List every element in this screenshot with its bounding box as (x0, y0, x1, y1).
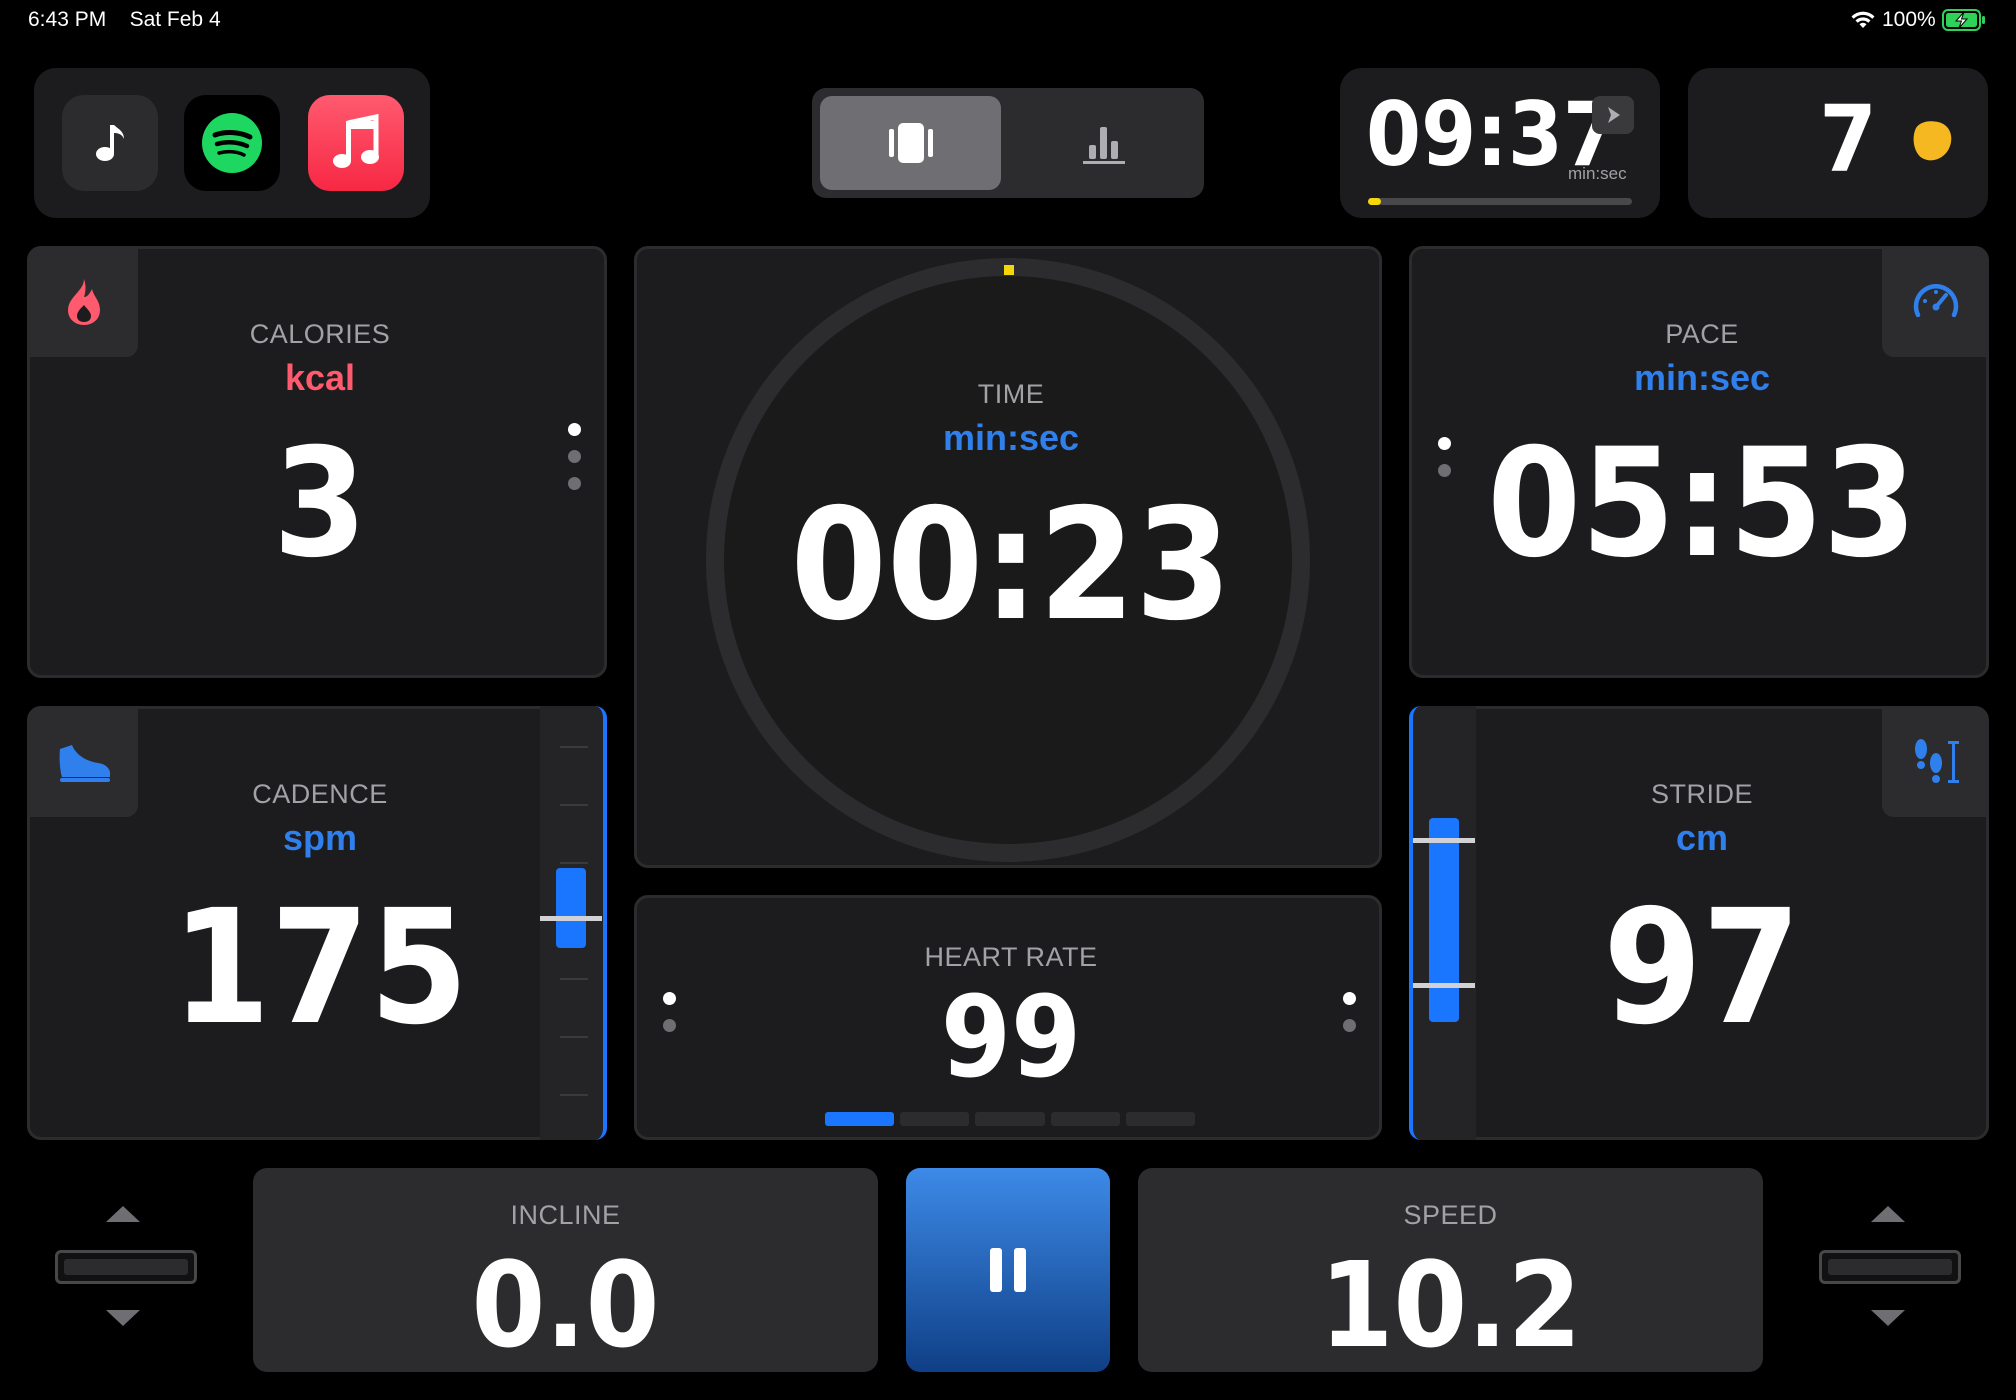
chart-view-button[interactable] (1013, 96, 1194, 190)
battery-percent: 100% (1882, 8, 1936, 31)
stride-range-bar (1429, 818, 1459, 1022)
speedometer-icon (1913, 284, 1959, 318)
speed-label: SPEED (1403, 1200, 1498, 1230)
heart-rate-panel[interactable]: HEART RATE 99 (634, 895, 1382, 1140)
gauge-tick (560, 746, 588, 748)
incline-label: INCLINE (510, 1200, 621, 1230)
stride-label: STRIDE (1650, 779, 1753, 809)
interval-next-button[interactable] (1592, 96, 1634, 134)
page-dot (568, 423, 581, 436)
heart-rate-zones (825, 1112, 1196, 1126)
interval-progress-track (1368, 198, 1632, 205)
speed-handle[interactable] (1819, 1250, 1961, 1284)
incline-handle-grip (64, 1259, 188, 1275)
pace-value: 05:53 (1487, 417, 1917, 591)
spotify-icon (202, 113, 262, 173)
music-note-icon (96, 125, 124, 161)
page-dot (1343, 1019, 1356, 1032)
cards-icon (889, 123, 933, 163)
cadence-label: CADENCE (252, 779, 388, 809)
battery-charging-icon (1941, 9, 1985, 31)
music-app-button[interactable] (62, 95, 158, 191)
page-dot (568, 477, 581, 490)
incline-value: 0.0 (471, 1236, 660, 1374)
stride-range-gauge (1409, 706, 1476, 1140)
cards-view-button[interactable] (820, 96, 1001, 190)
cadence-unit: spm (282, 817, 358, 858)
status-right: 100% (1850, 8, 1986, 32)
medal-count: 7 (1819, 86, 1877, 193)
apple-music-app-button[interactable] (308, 95, 404, 191)
calories-value: 3 (273, 417, 367, 591)
incline-up-arrow[interactable] (106, 1206, 140, 1222)
stride-value: 97 (1603, 876, 1801, 1060)
page-dot (1438, 464, 1451, 477)
status-time: 6:43 PM (28, 8, 107, 31)
heart-rate-zone-segment (1125, 1112, 1196, 1126)
calories-unit: kcal (284, 357, 356, 398)
medal-counter[interactable]: 7 (1688, 68, 1988, 218)
stride-panel[interactable]: STRIDE cm 97 (1409, 706, 1989, 1140)
cadence-value: 175 (171, 876, 469, 1060)
speed-down-arrow[interactable] (1871, 1310, 1905, 1326)
cadence-range-gauge (540, 706, 607, 1140)
stride-upper-marker (1413, 838, 1475, 843)
stride-lower-marker (1413, 983, 1475, 988)
time-label: TIME (977, 379, 1045, 409)
incline-down-arrow[interactable] (106, 1310, 140, 1326)
stride-unit: cm (1675, 817, 1729, 858)
spotify-app-button[interactable] (184, 95, 280, 191)
pace-label: PACE (1665, 319, 1739, 349)
page-dot (663, 1019, 676, 1032)
chevron-right-icon (1608, 107, 1620, 123)
gauge-tick (560, 862, 588, 864)
cadence-panel[interactable]: CADENCE spm 175 (27, 706, 607, 1140)
pace-unit: min:sec (1633, 357, 1771, 398)
interval-progress-fill (1368, 198, 1382, 205)
gauge-tick (560, 804, 588, 806)
cadence-current-marker (540, 916, 602, 921)
speed-up-arrow[interactable] (1871, 1206, 1905, 1222)
gauge-tick (560, 1036, 588, 1038)
interval-timer[interactable]: 09:37 min:sec (1340, 68, 1660, 218)
incline-panel[interactable]: INCLINE 0.0 (253, 1168, 878, 1372)
pace-panel[interactable]: PACE min:sec 05:53 (1409, 246, 1989, 678)
time-panel[interactable]: TIME min:sec 00:23 (634, 246, 1382, 868)
speed-value: 10.2 (1319, 1236, 1582, 1374)
page-dot (1343, 992, 1356, 1005)
incline-handle[interactable] (55, 1250, 197, 1284)
interval-unit: min:sec (1568, 164, 1627, 183)
page-dot (663, 992, 676, 1005)
medal-icon (1913, 121, 1952, 161)
speed-panel[interactable]: SPEED 10.2 (1138, 1168, 1763, 1372)
heart-rate-zone-segment (825, 1112, 895, 1126)
heart-rate-zone-segment (975, 1112, 1045, 1126)
running-shoe-icon (59, 745, 110, 782)
heart-rate-value: 99 (940, 973, 1082, 1103)
gauge-tick (560, 978, 588, 980)
speed-handle-grip (1828, 1259, 1952, 1275)
cadence-range-bar (556, 868, 586, 948)
page-dot (568, 450, 581, 463)
page-dot (1438, 437, 1451, 450)
pause-icon (990, 1248, 1026, 1292)
ring-progress-marker (1004, 265, 1014, 275)
status-date: Sat Feb 4 (129, 8, 221, 31)
heart-rate-zone-segment (900, 1112, 970, 1126)
calories-panel[interactable]: CALORIES kcal 3 (27, 246, 607, 678)
calories-label: CALORIES (249, 319, 391, 349)
time-unit: min:sec (942, 417, 1080, 458)
wifi-icon (1851, 11, 1875, 28)
view-toggle (812, 88, 1204, 198)
time-value: 00:23 (790, 476, 1232, 655)
status-time-date: 6:43 PM Sat Feb 4 (28, 8, 221, 32)
bar-chart-icon (1083, 127, 1125, 164)
apple-music-icon (333, 113, 379, 168)
pause-button[interactable] (906, 1168, 1110, 1372)
app-launcher (34, 68, 430, 218)
gauge-tick (560, 1094, 588, 1096)
heart-rate-label: HEART RATE (924, 942, 1098, 972)
heart-rate-zone-segment (1050, 1112, 1120, 1126)
